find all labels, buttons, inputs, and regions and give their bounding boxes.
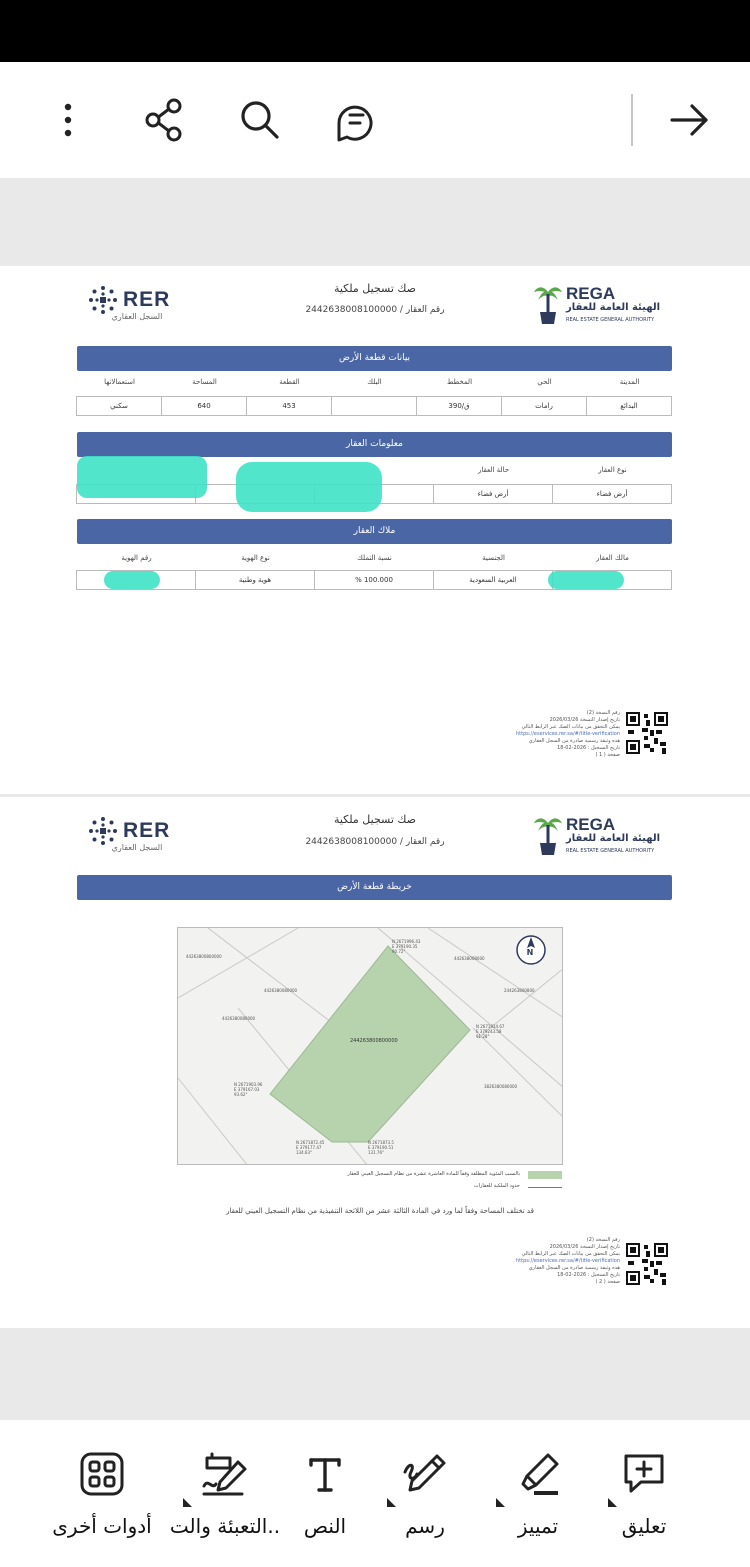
neighbor-parcel-label: 4426380080000 (264, 988, 298, 993)
rer-logo-subtitle: السجل العقاري (111, 312, 163, 321)
comments-icon (337, 105, 373, 142)
corner-label: N 2671873.5 E 379190.51 131.76° (368, 1140, 394, 1155)
verification-link[interactable]: https://eservices.rer.sa/#/title-verific… (420, 731, 620, 738)
redaction-mark (236, 462, 382, 512)
search-icon (241, 101, 279, 139)
document-page-2[interactable]: صك تسجيل ملكية رقم العقار / 244263800810… (0, 797, 750, 1328)
parcel-id-label: 244263800800000 (350, 1038, 398, 1044)
fill-sign-tool-label: التعبئة والت.. (169, 1514, 281, 1538)
fill-sign-icon (202, 1452, 247, 1496)
rega-logo-english: REAL ESTATE GENERAL AUTHORITY (566, 848, 655, 854)
highlight-tool-button[interactable]: تمييز (478, 1448, 598, 1558)
neighbor-parcel-label: 44263800800000 (186, 954, 222, 959)
document-page-1[interactable]: صك تسجيل ملكية رقم العقار / 244263800810… (0, 266, 750, 794)
qr-code-icon (626, 1243, 668, 1285)
more-vertical-icon (64, 103, 72, 137)
highlighter-icon (521, 1453, 559, 1495)
owners-header: ملاك العقار (77, 519, 672, 544)
neighbor-parcel-label: 442638008000 (454, 956, 485, 961)
property-number: رقم العقار / 2442638008100000 (305, 305, 445, 315)
redaction-mark (548, 571, 624, 589)
document-footer: رقم النسخة (2) تاريخ إصدار النسخة 2026/0… (420, 1237, 620, 1286)
neighbor-parcel-label: 3826380080000 (484, 1084, 518, 1089)
owners-labels: مالك العقار الجنسية نسبة التملك نوع الهوية ر… (121, 554, 629, 562)
land-map-header: خريطة قطعة الأرض (77, 875, 672, 900)
property-number: رقم العقار / 2442638008100000 (305, 837, 445, 847)
rega-logo-arabic: الهيئة العامة للعقار (566, 833, 661, 844)
back-button[interactable] (660, 90, 720, 150)
comment-tool-label: تعليق (621, 1514, 667, 1538)
neighbor-parcel-label: 244263800800 (504, 988, 535, 993)
rer-logo-text: RER (123, 288, 171, 311)
bottom-toolbar: تعليق تمييز رسم النص التعبئة والت.. أدوا… (0, 1420, 750, 1567)
qr-code-icon (626, 712, 668, 754)
land-data-header: بيانات قطعة الأرض (77, 346, 672, 371)
corner-label: N 2671914.67 E 379243.58 91.28° (476, 1024, 505, 1039)
rega-logo-english: REAL ESTATE GENERAL AUTHORITY (566, 317, 655, 323)
highlight-tool-label: تمييز (517, 1514, 559, 1538)
submenu-corner-icon (496, 1498, 505, 1507)
corner-label: N 2671903.96 E 379167.03 93.62° (234, 1082, 263, 1097)
rega-palm-icon (534, 287, 562, 324)
rer-logo: RER السجل العقاري (85, 284, 195, 326)
land-data-labels: المدينة الحي المخطط البلك القطعة المساحة استعم… (104, 378, 640, 386)
share-button[interactable] (134, 90, 194, 150)
corner-label: N 2671996.43 E 379190.35 90.72° (392, 939, 421, 954)
more-options-button[interactable] (38, 90, 98, 150)
more-tools-button[interactable]: أدوات أخرى (42, 1448, 162, 1558)
comment-add-icon (624, 1454, 664, 1493)
corner-label: N 2671872.45 E 379177.47 134.63° (296, 1140, 325, 1155)
rer-logo-subtitle: السجل العقاري (111, 843, 163, 852)
fill-sign-tool-button[interactable]: التعبئة والت.. (165, 1448, 285, 1558)
submenu-corner-icon (387, 1498, 396, 1507)
text-icon (309, 1458, 341, 1492)
submenu-corner-icon (608, 1498, 617, 1507)
comments-button[interactable] (325, 90, 385, 150)
verification-link[interactable]: https://eservices.rer.sa/#/title-verific… (420, 1258, 620, 1265)
search-button[interactable] (230, 90, 290, 150)
land-parcel-map[interactable]: N 244263800800000 N 2671996.43 E 379190.3… (177, 927, 563, 1165)
legend-swatch-parcel (528, 1171, 562, 1179)
north-label: N (526, 948, 534, 957)
share-icon (145, 98, 182, 142)
rega-logo: REGA الهيئة العامة للعقار REAL ESTATE GE… (530, 282, 670, 330)
submenu-corner-icon (183, 1498, 192, 1507)
rega-logo-text: REGA (566, 284, 616, 303)
neighbor-parcel-label: 4426380080000 (222, 1016, 256, 1021)
rega-logo-text: REGA (566, 815, 616, 834)
document-title: صك تسجيل ملكية (333, 813, 417, 826)
comment-tool-button[interactable]: تعليق (584, 1448, 704, 1558)
rer-logo-text: RER (123, 819, 171, 842)
arrow-right-icon (670, 104, 708, 136)
rega-logo: REGA الهيئة العامة للعقار REAL ESTATE GE… (530, 813, 670, 861)
legend-boundary-text: حدود الملكية للعقارات (473, 1183, 520, 1189)
top-toolbar (0, 62, 750, 178)
legend-swatch-boundary (528, 1187, 562, 1188)
legend-parcel-text: بالنسب المئوية المطلقة وفقاً للمادة العا… (347, 1171, 520, 1177)
redaction-mark (77, 456, 207, 498)
document-footer: رقم النسخة (2) تاريخ إصدار النسخة 2026/0… (420, 710, 620, 759)
status-bar (0, 0, 750, 62)
more-tools-label: أدوات أخرى (52, 1514, 152, 1538)
property-info-header: معلومات العقار (77, 432, 672, 457)
more-tools-icon (80, 1452, 124, 1496)
parcel-map-drawing (178, 928, 562, 1164)
redaction-mark (104, 571, 160, 589)
pen-draw-icon (403, 1454, 446, 1492)
toolbar-divider (631, 94, 633, 146)
rega-logo-arabic: الهيئة العامة للعقار (566, 302, 661, 313)
rega-palm-icon (534, 818, 562, 855)
land-data-values: البدائع رامات 390/ق 453 640 سكني (76, 396, 672, 416)
area-disclaimer: قد تختلف المساحة وفقاً لما ورد في المادة… (226, 1207, 534, 1215)
document-title: صك تسجيل ملكية (333, 282, 417, 295)
rer-logo: RER السجل العقاري (85, 815, 195, 857)
